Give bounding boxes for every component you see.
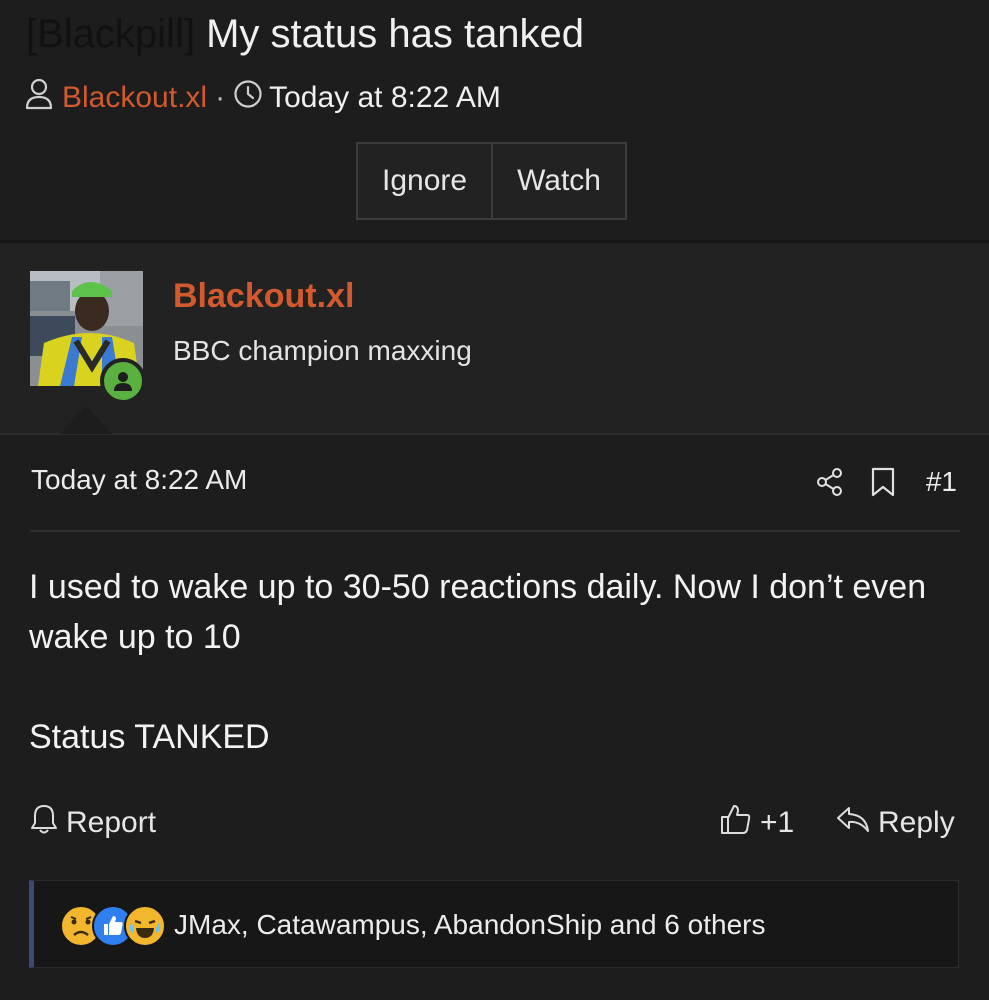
like-button[interactable]: +1 <box>720 802 794 844</box>
thumbs-up-icon <box>720 803 752 843</box>
ignore-button[interactable]: Ignore <box>358 144 491 218</box>
thread-meta: Blackout.xl · Today at 8:22 AM <box>24 78 501 118</box>
post-content: I used to wake up to 30-50 reactions dai… <box>29 562 949 812</box>
report-label: Report <box>66 806 157 839</box>
report-button[interactable]: Report <box>30 802 156 844</box>
post-user-block: Blackout.xl BBC champion maxxing <box>0 243 989 435</box>
thread-page: [Blackpill] My status has tanked Blackou… <box>0 0 989 1000</box>
bookmark-icon[interactable] <box>870 467 896 497</box>
like-count: +1 <box>760 806 795 839</box>
post-username-link[interactable]: Blackout.xl <box>173 277 354 316</box>
post-number-link[interactable]: #1 <box>926 466 957 498</box>
online-status-icon <box>100 358 146 404</box>
post-header-actions: #1 <box>790 462 957 502</box>
clock-icon <box>233 79 263 117</box>
reply-button[interactable]: Reply <box>836 802 955 844</box>
message-arrow <box>60 406 112 434</box>
bell-icon <box>30 803 58 843</box>
watch-button[interactable]: Watch <box>491 144 625 218</box>
post-paragraph: I used to wake up to 30-50 reactions dai… <box>29 568 927 656</box>
reply-arrow-icon <box>836 804 870 842</box>
share-icon[interactable] <box>816 467 844 497</box>
reply-label: Reply <box>878 806 955 839</box>
user-title: BBC champion maxxing <box>173 335 472 366</box>
thread-button-group: Ignore Watch <box>356 142 627 220</box>
thread-title: [Blackpill] My status has tanked <box>26 8 584 60</box>
reactions-bar[interactable]: JMax, Catawampus, AbandonShip and 6 othe… <box>29 880 959 968</box>
user-icon <box>24 78 54 118</box>
thread-time-link[interactable]: Today at 8:22 AM <box>269 81 501 115</box>
post-paragraph: Status TANKED <box>29 718 270 756</box>
thread-author-link[interactable]: Blackout.xl <box>62 81 207 115</box>
reaction-icons <box>60 905 170 947</box>
reaction-users-link[interactable]: JMax, Catawampus, AbandonShip and 6 othe… <box>174 909 765 941</box>
thread-prefix[interactable]: [Blackpill] <box>26 12 195 56</box>
laugh-cry-reaction-icon <box>124 905 166 947</box>
thread-title-text: My status has tanked <box>206 12 585 56</box>
meta-separator: · <box>215 81 226 114</box>
post-date-link[interactable]: Today at 8:22 AM <box>31 464 247 496</box>
post-divider <box>30 530 960 532</box>
